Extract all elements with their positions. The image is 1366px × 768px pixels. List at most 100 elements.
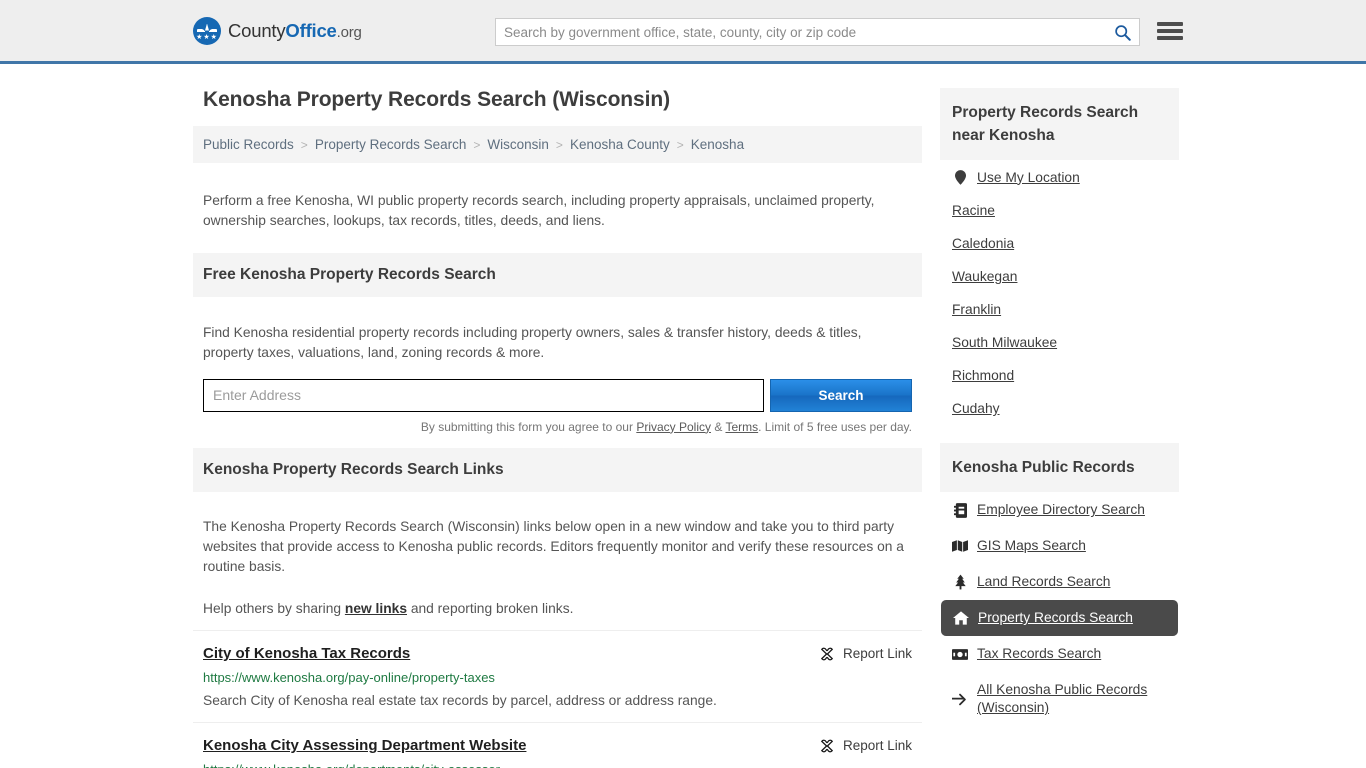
brand-county-text: County <box>228 19 286 41</box>
sidebar-link-label[interactable]: Richmond <box>952 368 1014 383</box>
folded-map-icon <box>952 538 968 554</box>
resource-link-url: https://www.kenosha.org/departments/city… <box>203 762 912 768</box>
address-search-input[interactable] <box>203 378 764 412</box>
public-records-panel-heading: Kenosha Public Records <box>940 443 1179 492</box>
fineprint-amp: & <box>711 419 726 434</box>
free-search-heading: Free Kenosha Property Records Search <box>193 252 922 297</box>
fineprint-text-before: By submitting this form you agree to our <box>420 419 637 434</box>
sidebar-item-property-records-search[interactable]: Property Records Search <box>941 600 1178 636</box>
broken-link-icon <box>820 647 833 661</box>
report-link-label: Report Link <box>842 738 912 754</box>
search-icon <box>1114 24 1131 41</box>
breadcrumb-separator: > <box>676 137 684 152</box>
resource-link-url: https://www.kenosha.org/pay-online/prope… <box>203 669 495 685</box>
sidebar-link-label[interactable]: Employee Directory Search <box>977 501 1145 519</box>
breadcrumb-item-wisconsin[interactable]: Wisconsin <box>487 137 549 152</box>
link-entry: City of Kenosha Tax Records Report Link … <box>193 629 922 722</box>
sidebar-link-label[interactable]: All Kenosha Public Records (Wisconsin) <box>977 681 1167 717</box>
sidebar-item-franklin[interactable]: Franklin <box>940 293 1179 326</box>
hamburger-menu-button[interactable] <box>1157 20 1183 42</box>
links-section-description: The Kenosha Property Records Search (Wis… <box>203 519 904 575</box>
breadcrumb-item-kenosha-county[interactable]: Kenosha County <box>570 137 670 152</box>
help-text-after: and reporting broken links. <box>407 601 574 617</box>
sidebar-item-land-records-search[interactable]: Land Records Search <box>940 564 1179 600</box>
address-search-button[interactable]: Search <box>770 378 912 412</box>
sidebar-link-label[interactable]: Land Records Search <box>977 573 1110 591</box>
global-search-bar[interactable] <box>495 18 1140 46</box>
site-logo[interactable]: ★★★ CountyOffice.org <box>193 16 362 45</box>
nearby-panel: Property Records Search near Kenosha Use… <box>940 88 1179 425</box>
address-book-icon <box>952 502 968 518</box>
arrow-right-icon <box>952 691 968 707</box>
sidebar-link-label[interactable]: Property Records Search <box>978 609 1133 627</box>
site-header: ★★★ CountyOffice.org <box>0 0 1366 64</box>
address-search-form: Search <box>203 378 912 412</box>
hamburger-bar <box>1157 22 1183 26</box>
breadcrumb-separator: > <box>555 137 563 152</box>
breadcrumb-item-public-records[interactable]: Public Records <box>203 137 294 152</box>
brand-tld-text: .org <box>336 23 362 41</box>
sidebar-item-south-milwaukee[interactable]: South Milwaukee <box>940 326 1179 359</box>
link-title-row: Kenosha City Assessing Department Websit… <box>203 737 912 754</box>
link-title-row: City of Kenosha Tax Records Report Link <box>203 645 912 662</box>
sidebar-link-label[interactable]: Tax Records Search <box>977 645 1101 663</box>
breadcrumb-separator: > <box>300 137 308 152</box>
map-pin-icon <box>952 169 968 185</box>
resource-link-title[interactable]: Kenosha City Assessing Department Websit… <box>203 737 526 754</box>
sidebar-item-racine[interactable]: Racine <box>940 194 1179 227</box>
new-links-link[interactable]: new links <box>345 601 407 616</box>
fineprint-text-after: . Limit of 5 free uses per day. <box>758 419 912 434</box>
report-link-label: Report Link <box>842 646 912 662</box>
sidebar-link-label[interactable]: Franklin <box>952 302 1001 317</box>
hamburger-bar <box>1157 36 1183 40</box>
links-section-heading: Kenosha Property Records Search Links <box>193 447 922 492</box>
sidebar-link-label[interactable]: Cudahy <box>952 401 1000 416</box>
sidebar-item-tax-records-search[interactable]: Tax Records Search <box>940 636 1179 672</box>
sidebar-link-label[interactable]: Waukegan <box>952 269 1017 284</box>
page-intro-text: Perform a free Kenosha, WI public proper… <box>203 192 875 228</box>
main-content: Kenosha Property Records Search (Wiscons… <box>193 64 922 768</box>
help-text-before: Help others by sharing <box>203 601 345 617</box>
sidebar-item-gis-maps-search[interactable]: GIS Maps Search <box>940 528 1179 564</box>
help-share-line: Help others by sharing new links and rep… <box>193 591 922 616</box>
sidebar-link-label[interactable]: Use My Location <box>977 170 1080 185</box>
sidebar-item-all-public-records[interactable]: All Kenosha Public Records (Wisconsin) <box>940 672 1179 726</box>
breadcrumb-item-property-records-search[interactable]: Property Records Search <box>315 137 467 152</box>
form-legal-fineprint: By submitting this form you agree to our… <box>203 420 912 434</box>
breadcrumb: Public Records > Property Records Search… <box>193 126 922 163</box>
sidebar-item-waukegan[interactable]: Waukegan <box>940 260 1179 293</box>
sidebar-link-label[interactable]: South Milwaukee <box>952 335 1057 350</box>
hamburger-bar <box>1157 29 1183 33</box>
sidebar: Property Records Search near Kenosha Use… <box>940 64 1179 768</box>
report-link-button[interactable]: Report Link <box>819 646 912 662</box>
public-records-list: Employee Directory Search GIS Maps Searc… <box>940 492 1179 726</box>
resource-link-title[interactable]: City of Kenosha Tax Records <box>203 645 410 662</box>
report-link-button[interactable]: Report Link <box>819 738 912 754</box>
sidebar-link-label[interactable]: Caledonia <box>952 236 1014 251</box>
money-bill-icon <box>952 646 968 662</box>
page-container: Kenosha Property Records Search (Wiscons… <box>193 64 1183 768</box>
brand-office-text: Office <box>285 19 337 41</box>
sidebar-item-use-my-location[interactable]: Use My Location <box>940 160 1179 194</box>
public-records-panel: Kenosha Public Records Employee Director… <box>940 443 1179 726</box>
sidebar-link-label[interactable]: GIS Maps Search <box>977 537 1086 555</box>
privacy-policy-link[interactable]: Privacy Policy <box>636 420 711 434</box>
sidebar-item-cudahy[interactable]: Cudahy <box>940 392 1179 425</box>
tree-icon <box>952 574 968 590</box>
sidebar-item-richmond[interactable]: Richmond <box>940 359 1179 392</box>
nearby-city-list: Use My Location Racine Caledonia Waukega… <box>940 160 1179 425</box>
sidebar-item-employee-directory-search[interactable]: Employee Directory Search <box>940 492 1179 528</box>
sidebar-item-caledonia[interactable]: Caledonia <box>940 227 1179 260</box>
eagle-seal-icon: ★★★ <box>193 16 221 45</box>
breadcrumb-item-kenosha[interactable]: Kenosha <box>691 137 744 152</box>
free-search-description: Find Kenosha residential property record… <box>203 324 862 360</box>
nearby-panel-heading: Property Records Search near Kenosha <box>940 88 1179 160</box>
global-search-input[interactable] <box>496 19 1105 45</box>
broken-link-icon <box>820 739 833 753</box>
brand-wordmark: CountyOffice.org <box>228 20 362 42</box>
terms-link[interactable]: Terms <box>725 420 758 434</box>
resource-link-description: Search City of Kenosha real estate tax r… <box>203 692 717 708</box>
sidebar-link-label[interactable]: Racine <box>952 203 995 218</box>
search-submit-button[interactable] <box>1105 19 1139 45</box>
breadcrumb-separator: > <box>473 137 481 152</box>
